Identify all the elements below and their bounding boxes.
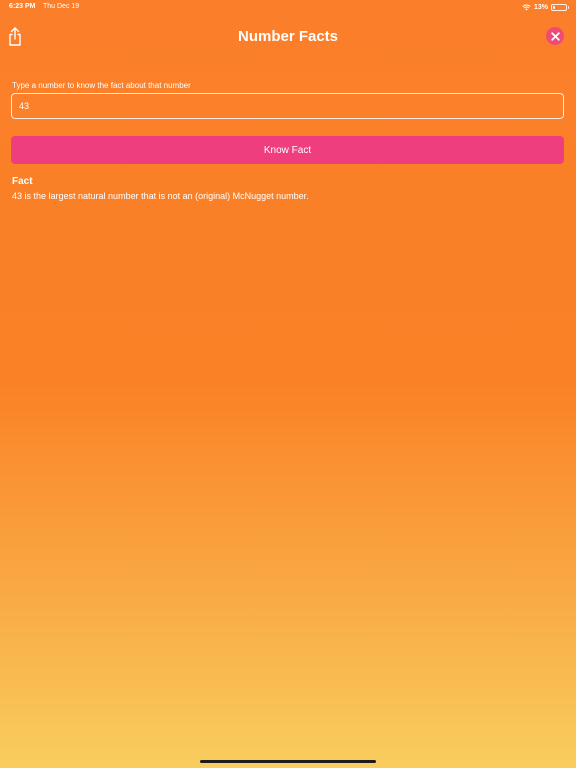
status-time: 6:23 PM (9, 3, 36, 10)
status-date: Thu Dec 19 (43, 3, 80, 10)
number-input[interactable] (11, 93, 564, 119)
battery-level-fill (553, 5, 555, 9)
close-icon (550, 31, 560, 41)
know-fact-button[interactable]: Know Fact (11, 136, 564, 164)
page-title: Number Facts (237, 28, 339, 45)
fact-text: 43 is the largest natural number that is… (12, 191, 309, 201)
fact-heading: Fact (12, 176, 33, 187)
battery-icon (551, 3, 569, 11)
number-input-label: Type a number to know the fact about tha… (12, 81, 191, 90)
status-bar: 6:23 PM Thu Dec 19 13% (0, 0, 576, 14)
navigation-bar: Number Facts (0, 22, 576, 52)
status-indicators: 13% (522, 2, 569, 12)
home-indicator[interactable] (200, 760, 376, 763)
battery-percent: 13% (533, 3, 548, 11)
wifi-icon (522, 4, 531, 10)
close-button[interactable] (546, 27, 564, 45)
